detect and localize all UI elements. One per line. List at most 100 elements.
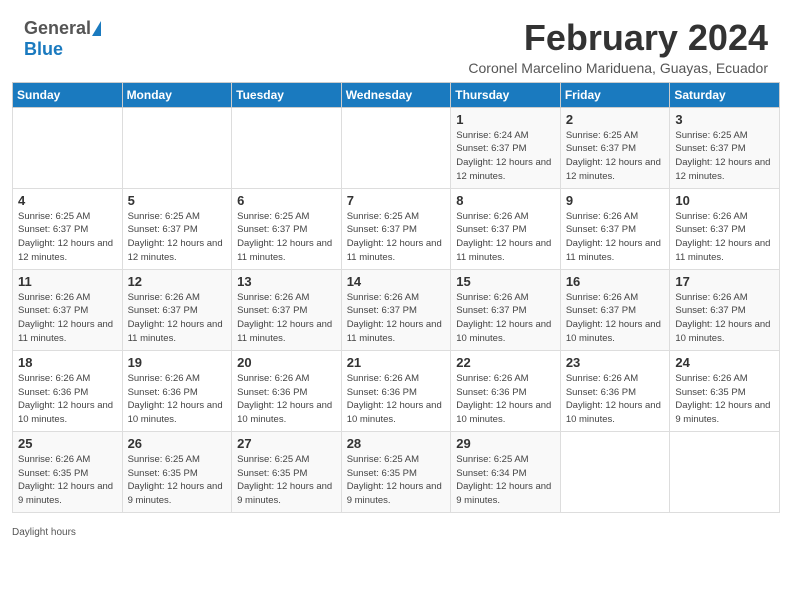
calendar-cell (232, 107, 342, 188)
calendar-cell: 10Sunrise: 6:26 AM Sunset: 6:37 PM Dayli… (670, 188, 780, 269)
calendar-cell: 24 Sunrise: 6:26 AM Sunset: 6:35 PM Dayli… (670, 350, 780, 431)
day-number: 16 (566, 274, 665, 289)
page-title: February 2024 (468, 18, 768, 58)
day-number: 17 (675, 274, 774, 289)
weekday-header-wednesday: Wednesday (341, 82, 451, 107)
day-number: 9 (566, 193, 665, 208)
day-number: 6 (237, 193, 336, 208)
day-number: 20 (237, 355, 336, 370)
day-info: Sunrise: 6:25 AM Sunset: 6:37 PM Dayligh… (566, 129, 665, 184)
day-number: 27 (237, 436, 336, 451)
day-info: Sunrise: 6:26 AM Sunset: 6:37 PM Dayligh… (347, 291, 446, 346)
day-info: Sunrise: 6:25 AM Sunset: 6:37 PM Dayligh… (18, 210, 117, 265)
calendar-cell: 15Sunrise: 6:26 AM Sunset: 6:37 PM Dayli… (451, 269, 561, 350)
day-number: 4 (18, 193, 117, 208)
calendar-cell: 20 Sunrise: 6:26 AM Sunset: 6:36 PM Dayli… (232, 350, 342, 431)
day-number: 5 (128, 193, 227, 208)
day-info: Sunrise: 6:26 AM Sunset: 6:35 PM Dayligh… (18, 453, 117, 508)
logo-triangle-icon (92, 21, 101, 36)
day-info: Sunrise: 6:25 AM Sunset: 6:37 PM Dayligh… (237, 210, 336, 265)
weekday-header-saturday: Saturday (670, 82, 780, 107)
footer: Daylight hours (0, 523, 792, 546)
day-number: 12 (128, 274, 227, 289)
day-info: Sunrise: 6:26 AM Sunset: 6:37 PM Dayligh… (566, 291, 665, 346)
calendar-week-row: 25 Sunrise: 6:26 AM Sunset: 6:35 PM Dayli… (13, 431, 780, 512)
day-info: Sunrise: 6:24 AM Sunset: 6:37 PM Dayligh… (456, 129, 555, 184)
calendar-week-row: 1Sunrise: 6:24 AM Sunset: 6:37 PM Daylig… (13, 107, 780, 188)
weekday-header-tuesday: Tuesday (232, 82, 342, 107)
calendar-cell: 8Sunrise: 6:26 AM Sunset: 6:37 PM Daylig… (451, 188, 561, 269)
day-info: Sunrise: 6:26 AM Sunset: 6:37 PM Dayligh… (566, 210, 665, 265)
day-info: Sunrise: 6:26 AM Sunset: 6:37 PM Dayligh… (237, 291, 336, 346)
calendar-body: 1Sunrise: 6:24 AM Sunset: 6:37 PM Daylig… (13, 107, 780, 512)
calendar-header: SundayMondayTuesdayWednesdayThursdayFrid… (13, 82, 780, 107)
day-number: 7 (347, 193, 446, 208)
day-info: Sunrise: 6:26 AM Sunset: 6:37 PM Dayligh… (675, 291, 774, 346)
calendar-week-row: 11 Sunrise: 6:26 AM Sunset: 6:37 PM Dayli… (13, 269, 780, 350)
day-number: 11 (18, 274, 117, 289)
day-info: Sunrise: 6:25 AM Sunset: 6:35 PM Dayligh… (128, 453, 227, 508)
day-info: Sunrise: 6:25 AM Sunset: 6:37 PM Dayligh… (675, 129, 774, 184)
day-number: 28 (347, 436, 446, 451)
day-number: 29 (456, 436, 555, 451)
calendar-cell: 4 Sunrise: 6:25 AM Sunset: 6:37 PM Daylig… (13, 188, 123, 269)
title-section: February 2024 Coronel Marcelino Mariduen… (468, 18, 768, 76)
day-number: 10 (675, 193, 774, 208)
day-number: 18 (18, 355, 117, 370)
calendar-cell: 11 Sunrise: 6:26 AM Sunset: 6:37 PM Dayli… (13, 269, 123, 350)
day-number: 25 (18, 436, 117, 451)
day-info: Sunrise: 6:25 AM Sunset: 6:34 PM Dayligh… (456, 453, 555, 508)
day-number: 19 (128, 355, 227, 370)
calendar-cell (560, 431, 670, 512)
calendar-cell: 17 Sunrise: 6:26 AM Sunset: 6:37 PM Dayli… (670, 269, 780, 350)
day-number: 8 (456, 193, 555, 208)
day-info: Sunrise: 6:26 AM Sunset: 6:36 PM Dayligh… (18, 372, 117, 427)
day-info: Sunrise: 6:26 AM Sunset: 6:35 PM Dayligh… (675, 372, 774, 427)
calendar-cell: 28 Sunrise: 6:25 AM Sunset: 6:35 PM Dayli… (341, 431, 451, 512)
day-info: Sunrise: 6:25 AM Sunset: 6:35 PM Dayligh… (347, 453, 446, 508)
calendar-cell: 13Sunrise: 6:26 AM Sunset: 6:37 PM Dayli… (232, 269, 342, 350)
page-header: General Blue February 2024 Coronel Marce… (0, 0, 792, 82)
day-number: 3 (675, 112, 774, 127)
logo-general-text: General (24, 18, 91, 39)
calendar-cell: 6 Sunrise: 6:25 AM Sunset: 6:37 PM Daylig… (232, 188, 342, 269)
calendar-cell: 7Sunrise: 6:25 AM Sunset: 6:37 PM Daylig… (341, 188, 451, 269)
day-info: Sunrise: 6:26 AM Sunset: 6:37 PM Dayligh… (18, 291, 117, 346)
calendar-cell: 14 Sunrise: 6:26 AM Sunset: 6:37 PM Dayli… (341, 269, 451, 350)
daylight-hours-label: Daylight hours (12, 527, 76, 538)
day-number: 26 (128, 436, 227, 451)
calendar: SundayMondayTuesdayWednesdayThursdayFrid… (0, 82, 792, 523)
logo: General Blue (24, 18, 101, 60)
day-info: Sunrise: 6:26 AM Sunset: 6:36 PM Dayligh… (237, 372, 336, 427)
day-number: 2 (566, 112, 665, 127)
calendar-cell: 29 Sunrise: 6:25 AM Sunset: 6:34 PM Dayli… (451, 431, 561, 512)
day-info: Sunrise: 6:26 AM Sunset: 6:36 PM Dayligh… (128, 372, 227, 427)
day-number: 24 (675, 355, 774, 370)
weekday-header-friday: Friday (560, 82, 670, 107)
day-number: 14 (347, 274, 446, 289)
calendar-week-row: 18 Sunrise: 6:26 AM Sunset: 6:36 PM Dayli… (13, 350, 780, 431)
logo-blue-text: Blue (24, 39, 63, 60)
calendar-cell: 1Sunrise: 6:24 AM Sunset: 6:37 PM Daylig… (451, 107, 561, 188)
calendar-cell: 23Sunrise: 6:26 AM Sunset: 6:36 PM Dayli… (560, 350, 670, 431)
calendar-week-row: 4 Sunrise: 6:25 AM Sunset: 6:37 PM Daylig… (13, 188, 780, 269)
day-number: 22 (456, 355, 555, 370)
day-number: 21 (347, 355, 446, 370)
weekday-header-monday: Monday (122, 82, 232, 107)
day-info: Sunrise: 6:26 AM Sunset: 6:36 PM Dayligh… (566, 372, 665, 427)
calendar-cell: 27 Sunrise: 6:25 AM Sunset: 6:35 PM Dayli… (232, 431, 342, 512)
calendar-cell (13, 107, 123, 188)
calendar-cell: 5 Sunrise: 6:25 AM Sunset: 6:37 PM Daylig… (122, 188, 232, 269)
weekday-header-row: SundayMondayTuesdayWednesdayThursdayFrid… (13, 82, 780, 107)
day-info: Sunrise: 6:26 AM Sunset: 6:36 PM Dayligh… (347, 372, 446, 427)
calendar-cell (341, 107, 451, 188)
day-info: Sunrise: 6:25 AM Sunset: 6:37 PM Dayligh… (128, 210, 227, 265)
weekday-header-thursday: Thursday (451, 82, 561, 107)
page-subtitle: Coronel Marcelino Mariduena, Guayas, Ecu… (468, 60, 768, 76)
calendar-cell: 22 Sunrise: 6:26 AM Sunset: 6:36 PM Dayli… (451, 350, 561, 431)
calendar-cell: 2 Sunrise: 6:25 AM Sunset: 6:37 PM Daylig… (560, 107, 670, 188)
day-info: Sunrise: 6:26 AM Sunset: 6:36 PM Dayligh… (456, 372, 555, 427)
day-info: Sunrise: 6:25 AM Sunset: 6:35 PM Dayligh… (237, 453, 336, 508)
calendar-cell: 3 Sunrise: 6:25 AM Sunset: 6:37 PM Daylig… (670, 107, 780, 188)
day-info: Sunrise: 6:26 AM Sunset: 6:37 PM Dayligh… (128, 291, 227, 346)
